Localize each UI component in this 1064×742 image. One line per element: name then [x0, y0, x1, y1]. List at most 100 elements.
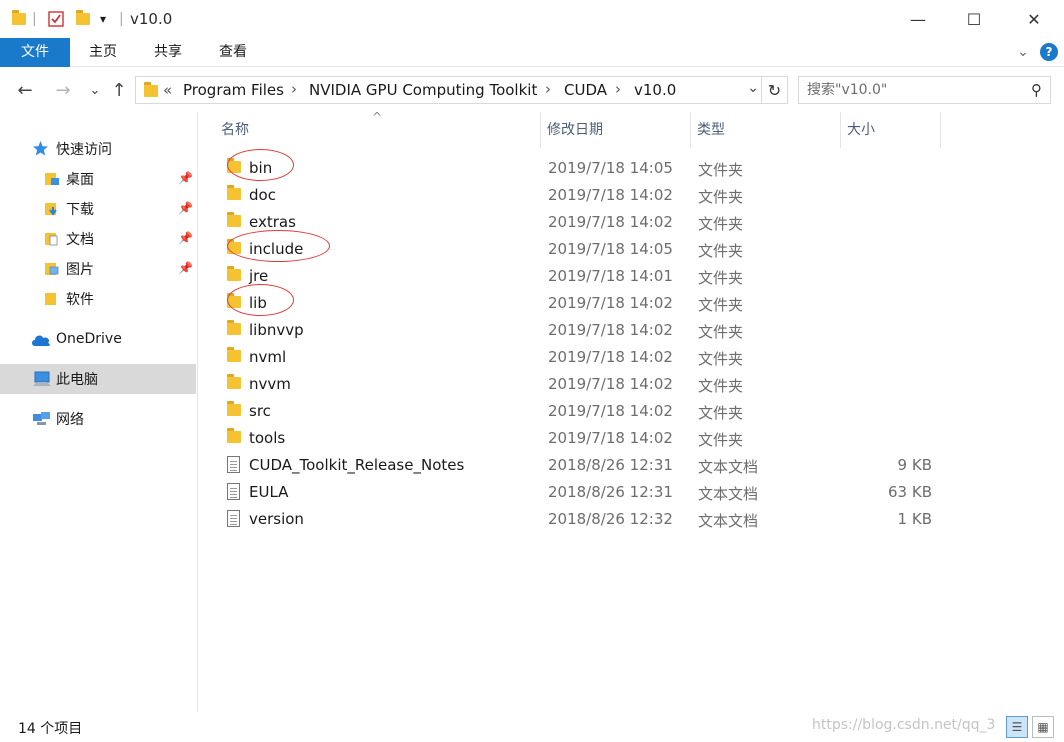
file-row[interactable]: tools 2019/7/18 14:02 文件夹 — [208, 424, 948, 451]
folder-icon — [227, 320, 241, 335]
close-button[interactable]: ✕ — [1006, 0, 1062, 38]
file-row[interactable]: doc 2019/7/18 14:02 文件夹 — [208, 181, 948, 208]
file-row[interactable]: nvml 2019/7/18 14:02 文件夹 — [208, 343, 948, 370]
nav-network[interactable]: 网络 — [0, 404, 196, 434]
file-date: 2019/7/18 14:01 — [548, 267, 673, 285]
network-icon — [32, 411, 50, 425]
address-dropdown-icon[interactable]: ⌄ — [747, 80, 759, 96]
file-row[interactable]: extras 2019/7/18 14:02 文件夹 — [208, 208, 948, 235]
nav-downloads[interactable]: 下载 📌 — [0, 194, 196, 224]
column-header-size[interactable]: 大小 — [841, 112, 941, 148]
column-header-date[interactable]: 修改日期 — [541, 112, 691, 148]
nav-this-pc[interactable]: 此电脑 — [0, 364, 196, 394]
downloads-icon — [44, 202, 60, 216]
column-header-name[interactable]: 名称 — [215, 112, 541, 148]
file-type: 文件夹 — [698, 431, 744, 449]
large-icons-view-button[interactable]: ▦ — [1032, 716, 1054, 738]
search-icon[interactable]: ⚲ — [1031, 81, 1042, 99]
file-type: 文件夹 — [698, 215, 744, 233]
pin-icon[interactable]: 📌 — [178, 171, 193, 185]
file-row[interactable]: src 2019/7/18 14:02 文件夹 — [208, 397, 948, 424]
file-row[interactable]: CUDA_Toolkit_Release_Notes 2018/8/26 12:3… — [208, 451, 948, 478]
breadcrumb-overflow[interactable]: « — [163, 81, 172, 99]
title-separator: | — [119, 11, 124, 27]
file-row[interactable]: bin 2019/7/18 14:05 文件夹 — [208, 149, 948, 181]
file-size: 1 KB — [897, 510, 932, 528]
ribbon-expand-icon[interactable]: ⌄ — [1010, 38, 1036, 67]
breadcrumb-separator[interactable]: › — [545, 80, 551, 98]
computer-icon — [32, 371, 51, 386]
nav-quick-access[interactable]: 快速访问 — [0, 134, 196, 164]
pin-icon[interactable]: 📌 — [178, 261, 193, 275]
file-row[interactable]: nvvm 2019/7/18 14:02 文件夹 — [208, 370, 948, 397]
file-date: 2019/7/18 14:02 — [548, 375, 673, 393]
file-date: 2019/7/18 14:02 — [548, 429, 673, 447]
folder-icon — [227, 293, 241, 308]
back-button[interactable]: ← — [14, 79, 36, 101]
file-date: 2019/7/18 14:05 — [548, 159, 673, 177]
folder-icon — [227, 239, 241, 254]
pin-icon[interactable]: 📌 — [178, 201, 193, 215]
file-type: 文件夹 — [698, 161, 744, 179]
forward-button[interactable]: → — [52, 79, 74, 101]
title-bar: | ▾ | v10.0 — ☐ ✕ — [0, 0, 1064, 38]
file-row[interactable]: include 2019/7/18 14:05 文件夹 — [208, 230, 948, 262]
file-name: EULA — [249, 483, 289, 501]
details-view-button[interactable]: ☰ — [1006, 716, 1028, 738]
breadcrumb-v10[interactable]: v10.0 — [634, 81, 676, 99]
text-file-icon — [227, 483, 240, 500]
help-icon[interactable]: ? — [1040, 43, 1058, 61]
new-folder-icon[interactable] — [76, 0, 90, 38]
breadcrumb-nvidia-toolkit[interactable]: NVIDIA GPU Computing Toolkit — [309, 81, 537, 99]
nav-software-label: 软件 — [66, 292, 94, 308]
file-date: 2018/8/26 12:32 — [548, 510, 673, 528]
desktop-icon — [44, 172, 60, 186]
file-row[interactable]: version 2018/8/26 12:32 文本文档 1 KB — [208, 505, 948, 532]
nav-onedrive-label: OneDrive — [56, 331, 122, 347]
star-icon — [32, 140, 48, 156]
search-input[interactable] — [807, 80, 1007, 100]
folder-icon — [227, 212, 241, 227]
breadcrumb-cuda[interactable]: CUDA — [564, 81, 607, 99]
folder-icon — [227, 374, 241, 389]
address-bar[interactable]: « Program Files › NVIDIA GPU Computing T… — [135, 76, 788, 104]
tab-view[interactable]: 查看 — [210, 38, 256, 67]
nav-desktop[interactable]: 桌面 📌 — [0, 164, 196, 194]
file-name: include — [249, 240, 304, 258]
file-type: 文件夹 — [698, 296, 744, 314]
file-size: 63 KB — [888, 483, 932, 501]
nav-documents[interactable]: 文档 📌 — [0, 224, 196, 254]
quick-access-dropdown-icon[interactable]: ▾ — [100, 0, 106, 38]
maximize-button[interactable]: ☐ — [946, 0, 1002, 38]
ribbon: 文件 主页 共享 查看 ⌄ ? — [0, 38, 1064, 67]
file-date: 2019/7/18 14:05 — [548, 240, 673, 258]
minimize-button[interactable]: — — [890, 0, 946, 38]
tab-share[interactable]: 共享 — [145, 38, 191, 67]
column-header-type[interactable]: 类型 — [691, 112, 841, 148]
folder-icon — [227, 428, 241, 443]
breadcrumb-separator[interactable]: › — [615, 80, 621, 98]
folder-icon — [227, 158, 241, 173]
properties-checkmark-icon[interactable] — [48, 0, 64, 38]
recent-locations-button[interactable]: ⌄ — [84, 79, 106, 101]
refresh-button[interactable]: ↻ — [761, 77, 787, 103]
file-row[interactable]: lib 2019/7/18 14:02 文件夹 — [208, 284, 948, 316]
up-button[interactable]: ↑ — [108, 79, 130, 101]
nav-software[interactable]: 软件 — [0, 284, 196, 314]
file-row[interactable]: EULA 2018/8/26 12:31 文本文档 63 KB — [208, 478, 948, 505]
tab-file[interactable]: 文件 — [0, 38, 70, 67]
nav-onedrive[interactable]: OneDrive — [0, 324, 196, 354]
breadcrumb-program-files[interactable]: Program Files — [183, 81, 284, 99]
breadcrumb-separator[interactable]: › — [291, 80, 297, 98]
pin-icon[interactable]: 📌 — [178, 231, 193, 245]
search-box[interactable]: ⚲ — [798, 76, 1051, 104]
tab-home[interactable]: 主页 — [80, 38, 126, 67]
file-row[interactable]: jre 2019/7/18 14:01 文件夹 — [208, 262, 948, 289]
file-row[interactable]: libnvvp 2019/7/18 14:02 文件夹 — [208, 316, 948, 343]
nav-pictures[interactable]: 图片 📌 — [0, 254, 196, 284]
file-date: 2019/7/18 14:02 — [548, 294, 673, 312]
nav-pictures-label: 图片 — [66, 262, 94, 278]
window-title: v10.0 — [130, 10, 173, 28]
folder-icon — [227, 401, 241, 416]
folder-icon — [12, 0, 26, 38]
